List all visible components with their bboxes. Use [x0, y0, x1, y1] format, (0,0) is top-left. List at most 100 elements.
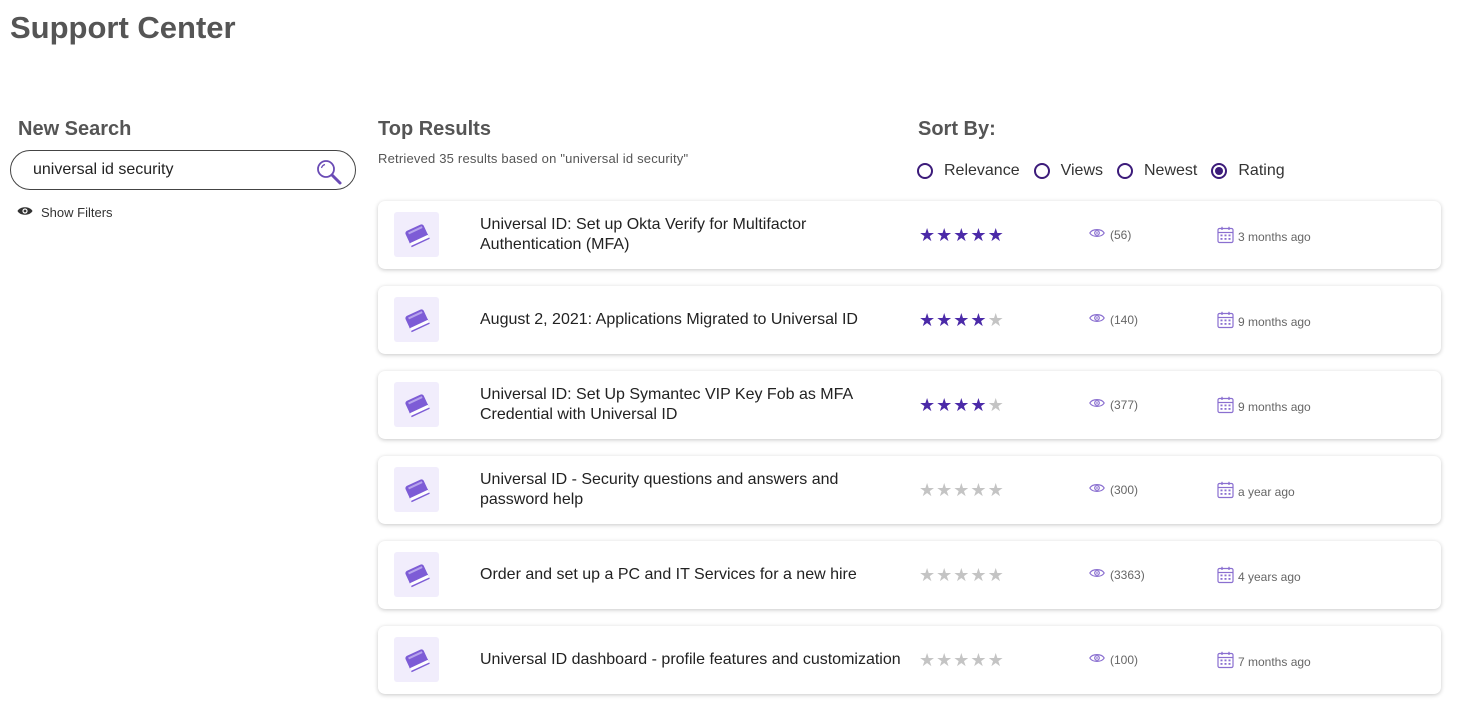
star-icon: ★ [970, 310, 987, 330]
eye-icon [1089, 397, 1105, 412]
book-icon [394, 637, 439, 682]
post-date: 9 months ago [1217, 396, 1311, 417]
star-rating: ★ ★ ★ ★ ★ [919, 650, 1004, 670]
sort-option-views[interactable]: Views [1033, 162, 1103, 180]
radio-views[interactable] [1033, 163, 1050, 179]
view-count: (377) [1089, 397, 1138, 412]
post-date: a year ago [1217, 481, 1295, 502]
star-icon: ★ [987, 395, 1004, 415]
star-icon: ★ [919, 310, 936, 330]
post-date: 9 months ago [1217, 311, 1311, 332]
view-count: (3363) [1089, 567, 1145, 582]
sort-option-rating[interactable]: Rating [1211, 162, 1285, 180]
book-icon [394, 297, 439, 342]
eye-icon [1089, 482, 1105, 497]
radio-newest[interactable] [1117, 163, 1133, 179]
eye-icon [1089, 312, 1105, 327]
show-filters-toggle[interactable]: Show Filters [17, 203, 113, 221]
result-card[interactable]: Universal ID: Set Up Symantec VIP Key Fo… [378, 371, 1441, 439]
view-count: (140) [1089, 312, 1138, 327]
star-rating: ★ ★ ★ ★ ★ [919, 480, 1004, 500]
star-icon: ★ [987, 225, 1004, 245]
book-icon [394, 382, 439, 427]
book-icon [394, 552, 439, 597]
sort-option-label: Relevance [944, 162, 1020, 179]
star-rating: ★ ★ ★ ★ ★ [919, 565, 1004, 585]
view-count-text: (3363) [1110, 567, 1145, 582]
star-icon: ★ [936, 650, 953, 670]
top-results-heading: Top Results [378, 118, 491, 140]
star-rating: ★ ★ ★ ★ ★ [919, 310, 1004, 330]
radio-relevance[interactable] [917, 163, 933, 179]
star-rating: ★ ★ ★ ★ ★ [919, 395, 1004, 415]
star-icon: ★ [970, 225, 987, 245]
star-icon: ★ [936, 225, 953, 245]
star-icon: ★ [936, 480, 953, 500]
post-date-text: 9 months ago [1238, 399, 1311, 414]
post-date-text: 9 months ago [1238, 314, 1311, 329]
post-date: 3 months ago [1217, 226, 1311, 247]
calendar-icon [1217, 311, 1234, 332]
post-date-text: 7 months ago [1238, 654, 1311, 669]
star-icon: ★ [953, 565, 970, 585]
result-title[interactable]: Universal ID - Security questions and an… [480, 456, 910, 524]
post-date: 4 years ago [1217, 566, 1301, 587]
page-title: Support Center [10, 10, 236, 45]
star-icon: ★ [953, 310, 970, 330]
star-icon: ★ [970, 395, 987, 415]
post-date-text: a year ago [1238, 484, 1295, 499]
star-icon: ★ [953, 395, 970, 415]
result-card[interactable]: August 2, 2021: Applications Migrated to… [378, 286, 1441, 354]
star-icon: ★ [919, 225, 936, 245]
calendar-icon [1217, 566, 1234, 587]
radio-rating[interactable] [1211, 163, 1228, 179]
star-icon: ★ [936, 310, 953, 330]
star-icon: ★ [919, 565, 936, 585]
search-input[interactable] [33, 159, 303, 181]
result-title[interactable]: August 2, 2021: Applications Migrated to… [480, 286, 910, 354]
result-title[interactable]: Universal ID: Set up Okta Verify for Mul… [480, 201, 910, 269]
view-count: (56) [1089, 227, 1131, 242]
sort-option-relevance[interactable]: Relevance [917, 162, 1020, 180]
search-box [10, 150, 356, 190]
result-card[interactable]: Universal ID - Security questions and an… [378, 456, 1441, 524]
eye-icon [17, 205, 33, 220]
star-icon: ★ [953, 480, 970, 500]
result-title[interactable]: Universal ID dashboard - profile feature… [480, 626, 910, 694]
star-icon: ★ [970, 565, 987, 585]
calendar-icon [1217, 226, 1234, 247]
calendar-icon [1217, 481, 1234, 502]
star-icon: ★ [919, 480, 936, 500]
calendar-icon [1217, 651, 1234, 672]
star-rating: ★ ★ ★ ★ ★ [919, 225, 1004, 245]
calendar-icon [1217, 396, 1234, 417]
star-icon: ★ [987, 480, 1004, 500]
view-count-text: (377) [1110, 397, 1139, 412]
book-icon [394, 467, 439, 512]
view-count: (100) [1089, 652, 1138, 667]
view-count-text: (100) [1110, 652, 1139, 667]
star-icon: ★ [953, 650, 970, 670]
result-card[interactable]: Universal ID: Set up Okta Verify for Mul… [378, 201, 1441, 269]
post-date-text: 3 months ago [1238, 229, 1311, 244]
magnifier-icon[interactable] [315, 158, 343, 186]
result-card[interactable]: Universal ID dashboard - profile feature… [378, 626, 1441, 694]
view-count-text: (140) [1110, 312, 1139, 327]
show-filters-label: Show Filters [41, 204, 113, 220]
post-date-text: 4 years ago [1238, 569, 1301, 584]
result-title[interactable]: Universal ID: Set Up Symantec VIP Key Fo… [480, 371, 910, 439]
star-icon: ★ [936, 565, 953, 585]
star-icon: ★ [936, 395, 953, 415]
result-card[interactable]: Order and set up a PC and IT Services fo… [378, 541, 1441, 609]
star-icon: ★ [953, 225, 970, 245]
book-icon [394, 212, 439, 257]
star-icon: ★ [970, 650, 987, 670]
eye-icon [1089, 652, 1105, 667]
results-summary: Retrieved 35 results based on "universal… [378, 151, 689, 166]
star-icon: ★ [970, 480, 987, 500]
new-search-heading: New Search [18, 118, 132, 140]
eye-icon [1089, 567, 1105, 582]
star-icon: ★ [987, 310, 1004, 330]
sort-option-newest[interactable]: Newest [1117, 162, 1197, 180]
result-title[interactable]: Order and set up a PC and IT Services fo… [480, 541, 910, 609]
